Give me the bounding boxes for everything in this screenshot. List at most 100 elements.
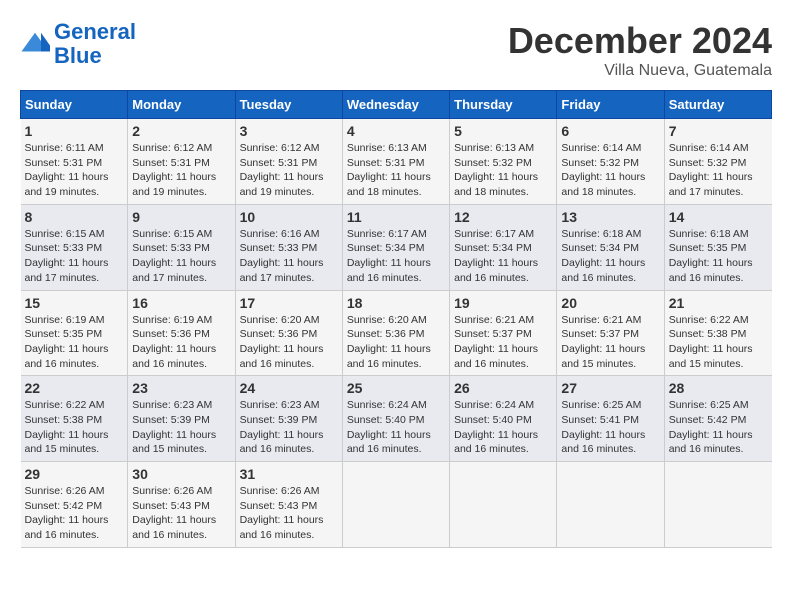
logo-icon: [20, 29, 50, 59]
calendar-week-row: 15 Sunrise: 6:19 AM Sunset: 5:35 PM Dayli…: [21, 290, 772, 376]
table-row: 4Sunrise: 6:13 AM Sunset: 5:31 PM Daylig…: [342, 119, 449, 205]
table-row: [450, 462, 557, 548]
day-number: 3: [240, 123, 338, 139]
day-number: 9: [132, 209, 230, 225]
table-row: 6 Sunrise: 6:14 AM Sunset: 5:32 PM Daylig…: [557, 119, 664, 205]
day-info: Sunrise: 6:24 AM Sunset: 5:40 PM Dayligh…: [454, 398, 552, 457]
day-info: Sunrise: 6:17 AM Sunset: 5:34 PM Dayligh…: [347, 227, 445, 286]
table-row: [557, 462, 664, 548]
table-row: 9Sunrise: 6:15 AM Sunset: 5:33 PM Daylig…: [128, 204, 235, 290]
day-info: Sunrise: 6:19 AM Sunset: 5:36 PM Dayligh…: [132, 313, 230, 372]
table-row: 8 Sunrise: 6:15 AM Sunset: 5:33 PM Daylig…: [21, 204, 128, 290]
day-number: 6: [561, 123, 659, 139]
day-info: Sunrise: 6:11 AM Sunset: 5:31 PM Dayligh…: [25, 141, 124, 200]
day-info: Sunrise: 6:24 AM Sunset: 5:40 PM Dayligh…: [347, 398, 445, 457]
day-number: 28: [669, 380, 768, 396]
table-row: 11 Sunrise: 6:17 AM Sunset: 5:34 PM Dayli…: [342, 204, 449, 290]
day-info: Sunrise: 6:23 AM Sunset: 5:39 PM Dayligh…: [132, 398, 230, 457]
calendar-body: 1 Sunrise: 6:11 AM Sunset: 5:31 PM Daylig…: [21, 119, 772, 548]
page-header: General Blue December 2024 Villa Nueva, …: [20, 20, 772, 80]
table-row: 29Sunrise: 6:26 AM Sunset: 5:42 PM Dayli…: [21, 462, 128, 548]
table-row: 28 Sunrise: 6:25 AM Sunset: 5:42 PM Dayli…: [664, 376, 771, 462]
calendar-week-row: 1 Sunrise: 6:11 AM Sunset: 5:31 PM Daylig…: [21, 119, 772, 205]
table-row: 23Sunrise: 6:23 AM Sunset: 5:39 PM Dayli…: [128, 376, 235, 462]
table-row: 13 Sunrise: 6:18 AM Sunset: 5:34 PM Dayli…: [557, 204, 664, 290]
day-number: 25: [347, 380, 445, 396]
day-number: 8: [25, 209, 124, 225]
table-row: 22Sunrise: 6:22 AM Sunset: 5:38 PM Dayli…: [21, 376, 128, 462]
day-number: 15: [25, 295, 124, 311]
col-saturday: Saturday: [664, 91, 771, 119]
table-row: 16 Sunrise: 6:19 AM Sunset: 5:36 PM Dayli…: [128, 290, 235, 376]
day-info: Sunrise: 6:25 AM Sunset: 5:41 PM Dayligh…: [561, 398, 659, 457]
calendar-week-row: 29Sunrise: 6:26 AM Sunset: 5:42 PM Dayli…: [21, 462, 772, 548]
day-number: 10: [240, 209, 338, 225]
table-row: [342, 462, 449, 548]
day-info: Sunrise: 6:26 AM Sunset: 5:43 PM Dayligh…: [240, 484, 338, 543]
day-info: Sunrise: 6:26 AM Sunset: 5:42 PM Dayligh…: [25, 484, 124, 543]
day-number: 16: [132, 295, 230, 311]
table-row: 31Sunrise: 6:26 AM Sunset: 5:43 PM Dayli…: [235, 462, 342, 548]
day-info: Sunrise: 6:26 AM Sunset: 5:43 PM Dayligh…: [132, 484, 230, 543]
table-row: 24 Sunrise: 6:23 AM Sunset: 5:39 PM Dayli…: [235, 376, 342, 462]
day-info: Sunrise: 6:23 AM Sunset: 5:39 PM Dayligh…: [240, 398, 338, 457]
title-block: December 2024 Villa Nueva, Guatemala: [508, 20, 772, 80]
day-info: Sunrise: 6:25 AM Sunset: 5:42 PM Dayligh…: [669, 398, 768, 457]
location: Villa Nueva, Guatemala: [508, 62, 772, 80]
day-number: 27: [561, 380, 659, 396]
table-row: 7Sunrise: 6:14 AM Sunset: 5:32 PM Daylig…: [664, 119, 771, 205]
day-number: 13: [561, 209, 659, 225]
day-number: 2: [132, 123, 230, 139]
day-number: 20: [561, 295, 659, 311]
day-info: Sunrise: 6:12 AM Sunset: 5:31 PM Dayligh…: [132, 141, 230, 200]
day-number: 19: [454, 295, 552, 311]
day-info: Sunrise: 6:14 AM Sunset: 5:32 PM Dayligh…: [561, 141, 659, 200]
table-row: 27 Sunrise: 6:25 AM Sunset: 5:41 PM Dayli…: [557, 376, 664, 462]
calendar-week-row: 8 Sunrise: 6:15 AM Sunset: 5:33 PM Daylig…: [21, 204, 772, 290]
calendar-header: Sunday Monday Tuesday Wednesday Thursday…: [21, 91, 772, 119]
table-row: 18 Sunrise: 6:20 AM Sunset: 5:36 PM Dayli…: [342, 290, 449, 376]
table-row: 26 Sunrise: 6:24 AM Sunset: 5:40 PM Dayli…: [450, 376, 557, 462]
table-row: 2 Sunrise: 6:12 AM Sunset: 5:31 PM Daylig…: [128, 119, 235, 205]
table-row: [664, 462, 771, 548]
day-header-row: Sunday Monday Tuesday Wednesday Thursday…: [21, 91, 772, 119]
day-number: 18: [347, 295, 445, 311]
table-row: 19 Sunrise: 6:21 AM Sunset: 5:37 PM Dayli…: [450, 290, 557, 376]
day-info: Sunrise: 6:14 AM Sunset: 5:32 PM Dayligh…: [669, 141, 768, 200]
day-info: Sunrise: 6:18 AM Sunset: 5:34 PM Dayligh…: [561, 227, 659, 286]
day-number: 26: [454, 380, 552, 396]
logo: General Blue: [20, 20, 136, 68]
day-info: Sunrise: 6:22 AM Sunset: 5:38 PM Dayligh…: [669, 313, 768, 372]
day-number: 5: [454, 123, 552, 139]
day-number: 22: [25, 380, 124, 396]
day-info: Sunrise: 6:17 AM Sunset: 5:34 PM Dayligh…: [454, 227, 552, 286]
table-row: 5 Sunrise: 6:13 AM Sunset: 5:32 PM Daylig…: [450, 119, 557, 205]
col-friday: Friday: [557, 91, 664, 119]
table-row: 17Sunrise: 6:20 AM Sunset: 5:36 PM Dayli…: [235, 290, 342, 376]
month-year: December 2024: [508, 20, 772, 62]
table-row: 10Sunrise: 6:16 AM Sunset: 5:33 PM Dayli…: [235, 204, 342, 290]
col-sunday: Sunday: [21, 91, 128, 119]
day-number: 1: [25, 123, 124, 139]
table-row: 14Sunrise: 6:18 AM Sunset: 5:35 PM Dayli…: [664, 204, 771, 290]
day-info: Sunrise: 6:13 AM Sunset: 5:32 PM Dayligh…: [454, 141, 552, 200]
table-row: 25 Sunrise: 6:24 AM Sunset: 5:40 PM Dayli…: [342, 376, 449, 462]
day-info: Sunrise: 6:20 AM Sunset: 5:36 PM Dayligh…: [347, 313, 445, 372]
logo-line2: Blue: [54, 43, 102, 68]
day-info: Sunrise: 6:21 AM Sunset: 5:37 PM Dayligh…: [454, 313, 552, 372]
logo-line1: General: [54, 19, 136, 44]
day-number: 21: [669, 295, 768, 311]
table-row: 20Sunrise: 6:21 AM Sunset: 5:37 PM Dayli…: [557, 290, 664, 376]
col-monday: Monday: [128, 91, 235, 119]
day-number: 12: [454, 209, 552, 225]
day-number: 14: [669, 209, 768, 225]
table-row: 1 Sunrise: 6:11 AM Sunset: 5:31 PM Daylig…: [21, 119, 128, 205]
day-info: Sunrise: 6:15 AM Sunset: 5:33 PM Dayligh…: [25, 227, 124, 286]
day-number: 11: [347, 209, 445, 225]
col-wednesday: Wednesday: [342, 91, 449, 119]
table-row: 12 Sunrise: 6:17 AM Sunset: 5:34 PM Dayli…: [450, 204, 557, 290]
table-row: 3Sunrise: 6:12 AM Sunset: 5:31 PM Daylig…: [235, 119, 342, 205]
day-info: Sunrise: 6:19 AM Sunset: 5:35 PM Dayligh…: [25, 313, 124, 372]
col-tuesday: Tuesday: [235, 91, 342, 119]
day-number: 24: [240, 380, 338, 396]
